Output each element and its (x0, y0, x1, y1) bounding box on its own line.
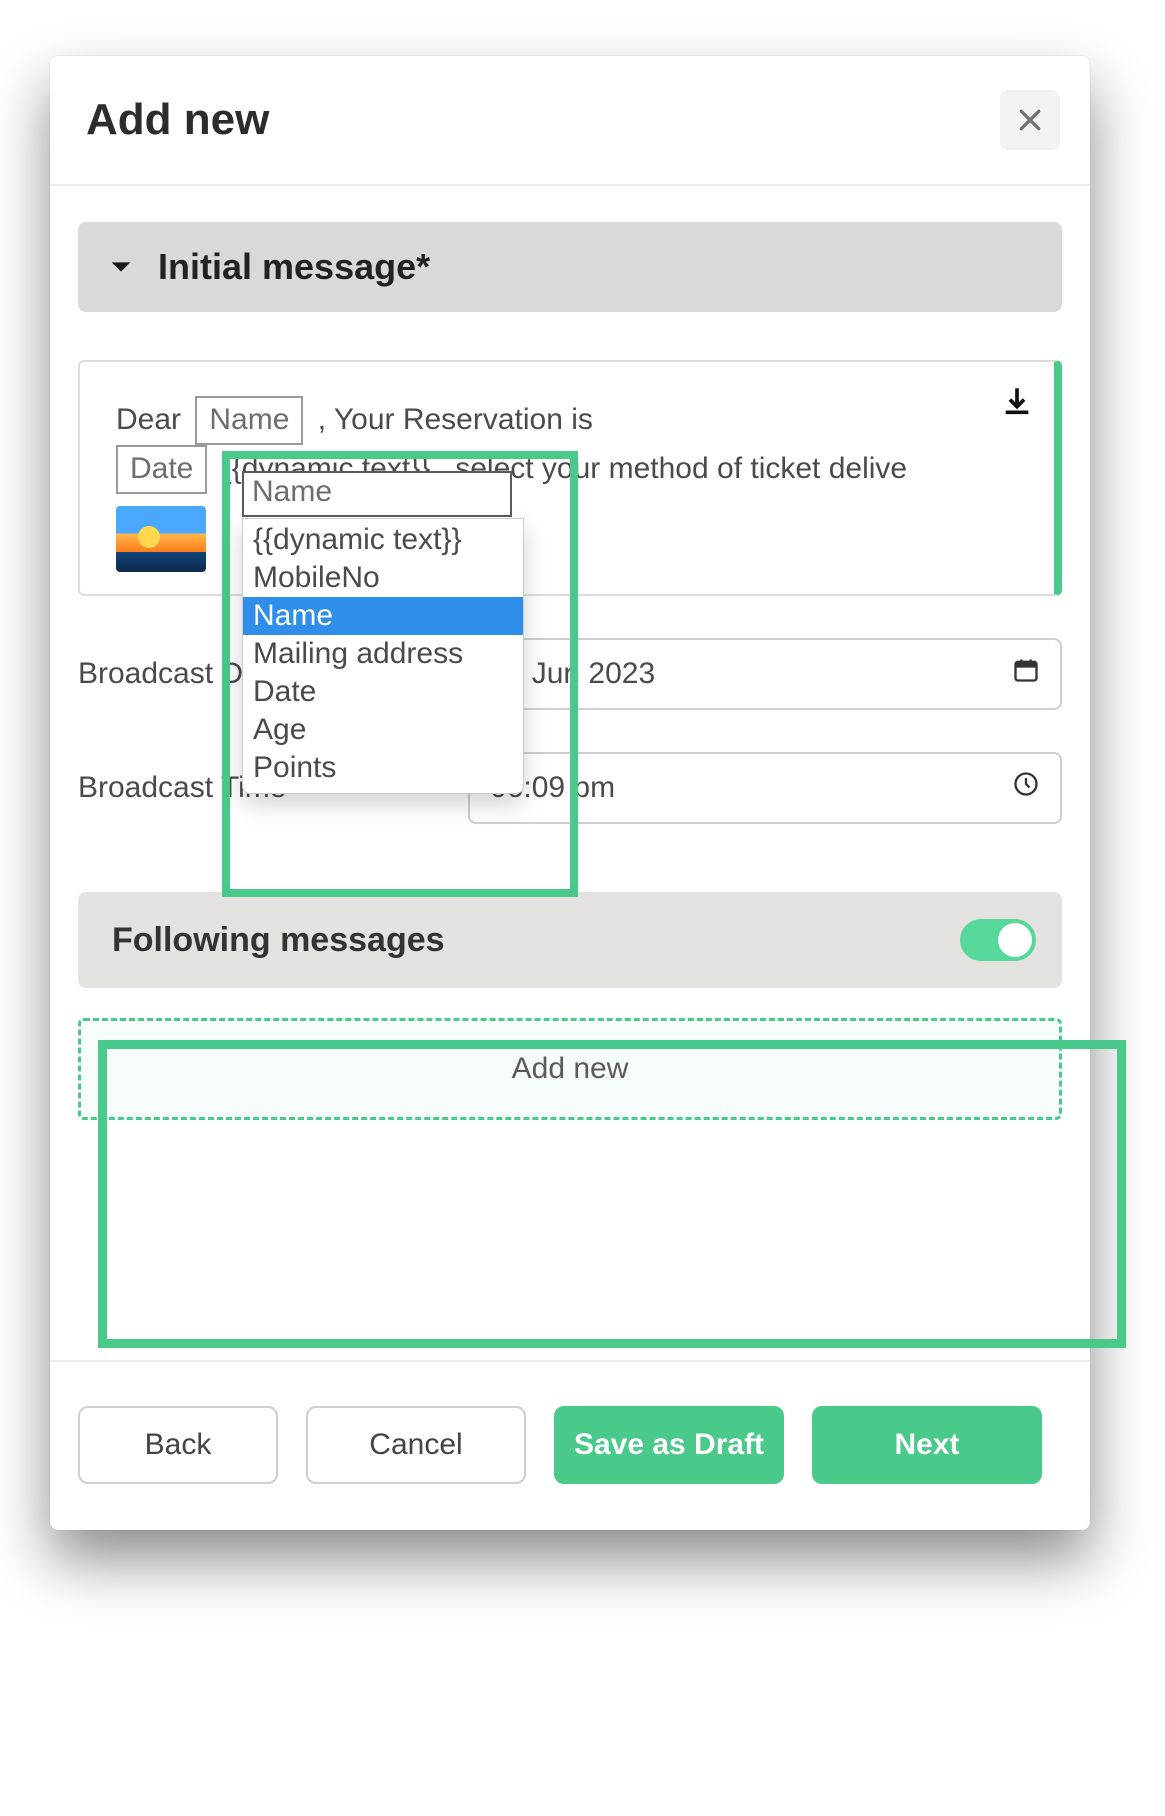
calendar-icon (1012, 656, 1040, 692)
msg-mid2: select your method of ticket delive (455, 452, 907, 485)
dropdown-item[interactable]: Mailing address (243, 635, 523, 673)
dropdown-item[interactable]: {{dynamic text}} (243, 521, 523, 559)
back-button[interactable]: Back (78, 1406, 278, 1484)
dropdown-item[interactable]: Age (243, 711, 523, 749)
close-button[interactable] (1000, 90, 1060, 150)
variable-search-input[interactable]: Name (242, 471, 512, 517)
modal-title: Add new (86, 95, 269, 145)
variable-dropdown[interactable]: {{dynamic text}}MobileNoNameMailing addr… (242, 518, 524, 794)
broadcast-time-input[interactable]: 06:09 pm (468, 752, 1062, 824)
following-messages-title: Following messages (112, 921, 445, 960)
chevron-down-icon (102, 248, 140, 286)
following-messages-toggle[interactable] (960, 919, 1036, 961)
clock-icon (1012, 770, 1040, 806)
initial-message-label: Initial message* (158, 246, 430, 288)
add-following-message-button[interactable]: Add new (78, 1018, 1062, 1120)
modal-panel: Add new Initial message* Dear Name , Y (50, 56, 1090, 1530)
cancel-button[interactable]: Cancel (306, 1406, 526, 1484)
name-placeholder-field[interactable]: Name (195, 396, 303, 445)
following-messages-header: Following messages (78, 892, 1062, 988)
dropdown-item[interactable]: Points (243, 749, 523, 787)
date-placeholder-field[interactable]: Date (116, 445, 207, 494)
modal-footer: Back Cancel Save as Draft Next (50, 1360, 1090, 1530)
dropdown-item[interactable]: Date (243, 673, 523, 711)
broadcast-date-input[interactable]: 08 Jun 2023 (468, 638, 1062, 710)
next-button[interactable]: Next (812, 1406, 1042, 1484)
download-button[interactable] (1000, 384, 1034, 418)
initial-message-accordion[interactable]: Initial message* (78, 222, 1062, 312)
msg-mid1: , Your Reservation is (318, 403, 593, 436)
message-image-thumbnail[interactable] (116, 506, 206, 572)
modal-header: Add new (50, 56, 1090, 186)
add-new-label: Add new (512, 1052, 629, 1086)
close-icon (1015, 105, 1045, 135)
message-editor[interactable]: Dear Name , Your Reservation is Date {{d… (78, 360, 1062, 596)
dropdown-item[interactable]: Name (243, 597, 523, 635)
msg-prefix: Dear (116, 403, 181, 436)
dropdown-item[interactable]: MobileNo (243, 559, 523, 597)
save-as-draft-button[interactable]: Save as Draft (554, 1406, 784, 1484)
